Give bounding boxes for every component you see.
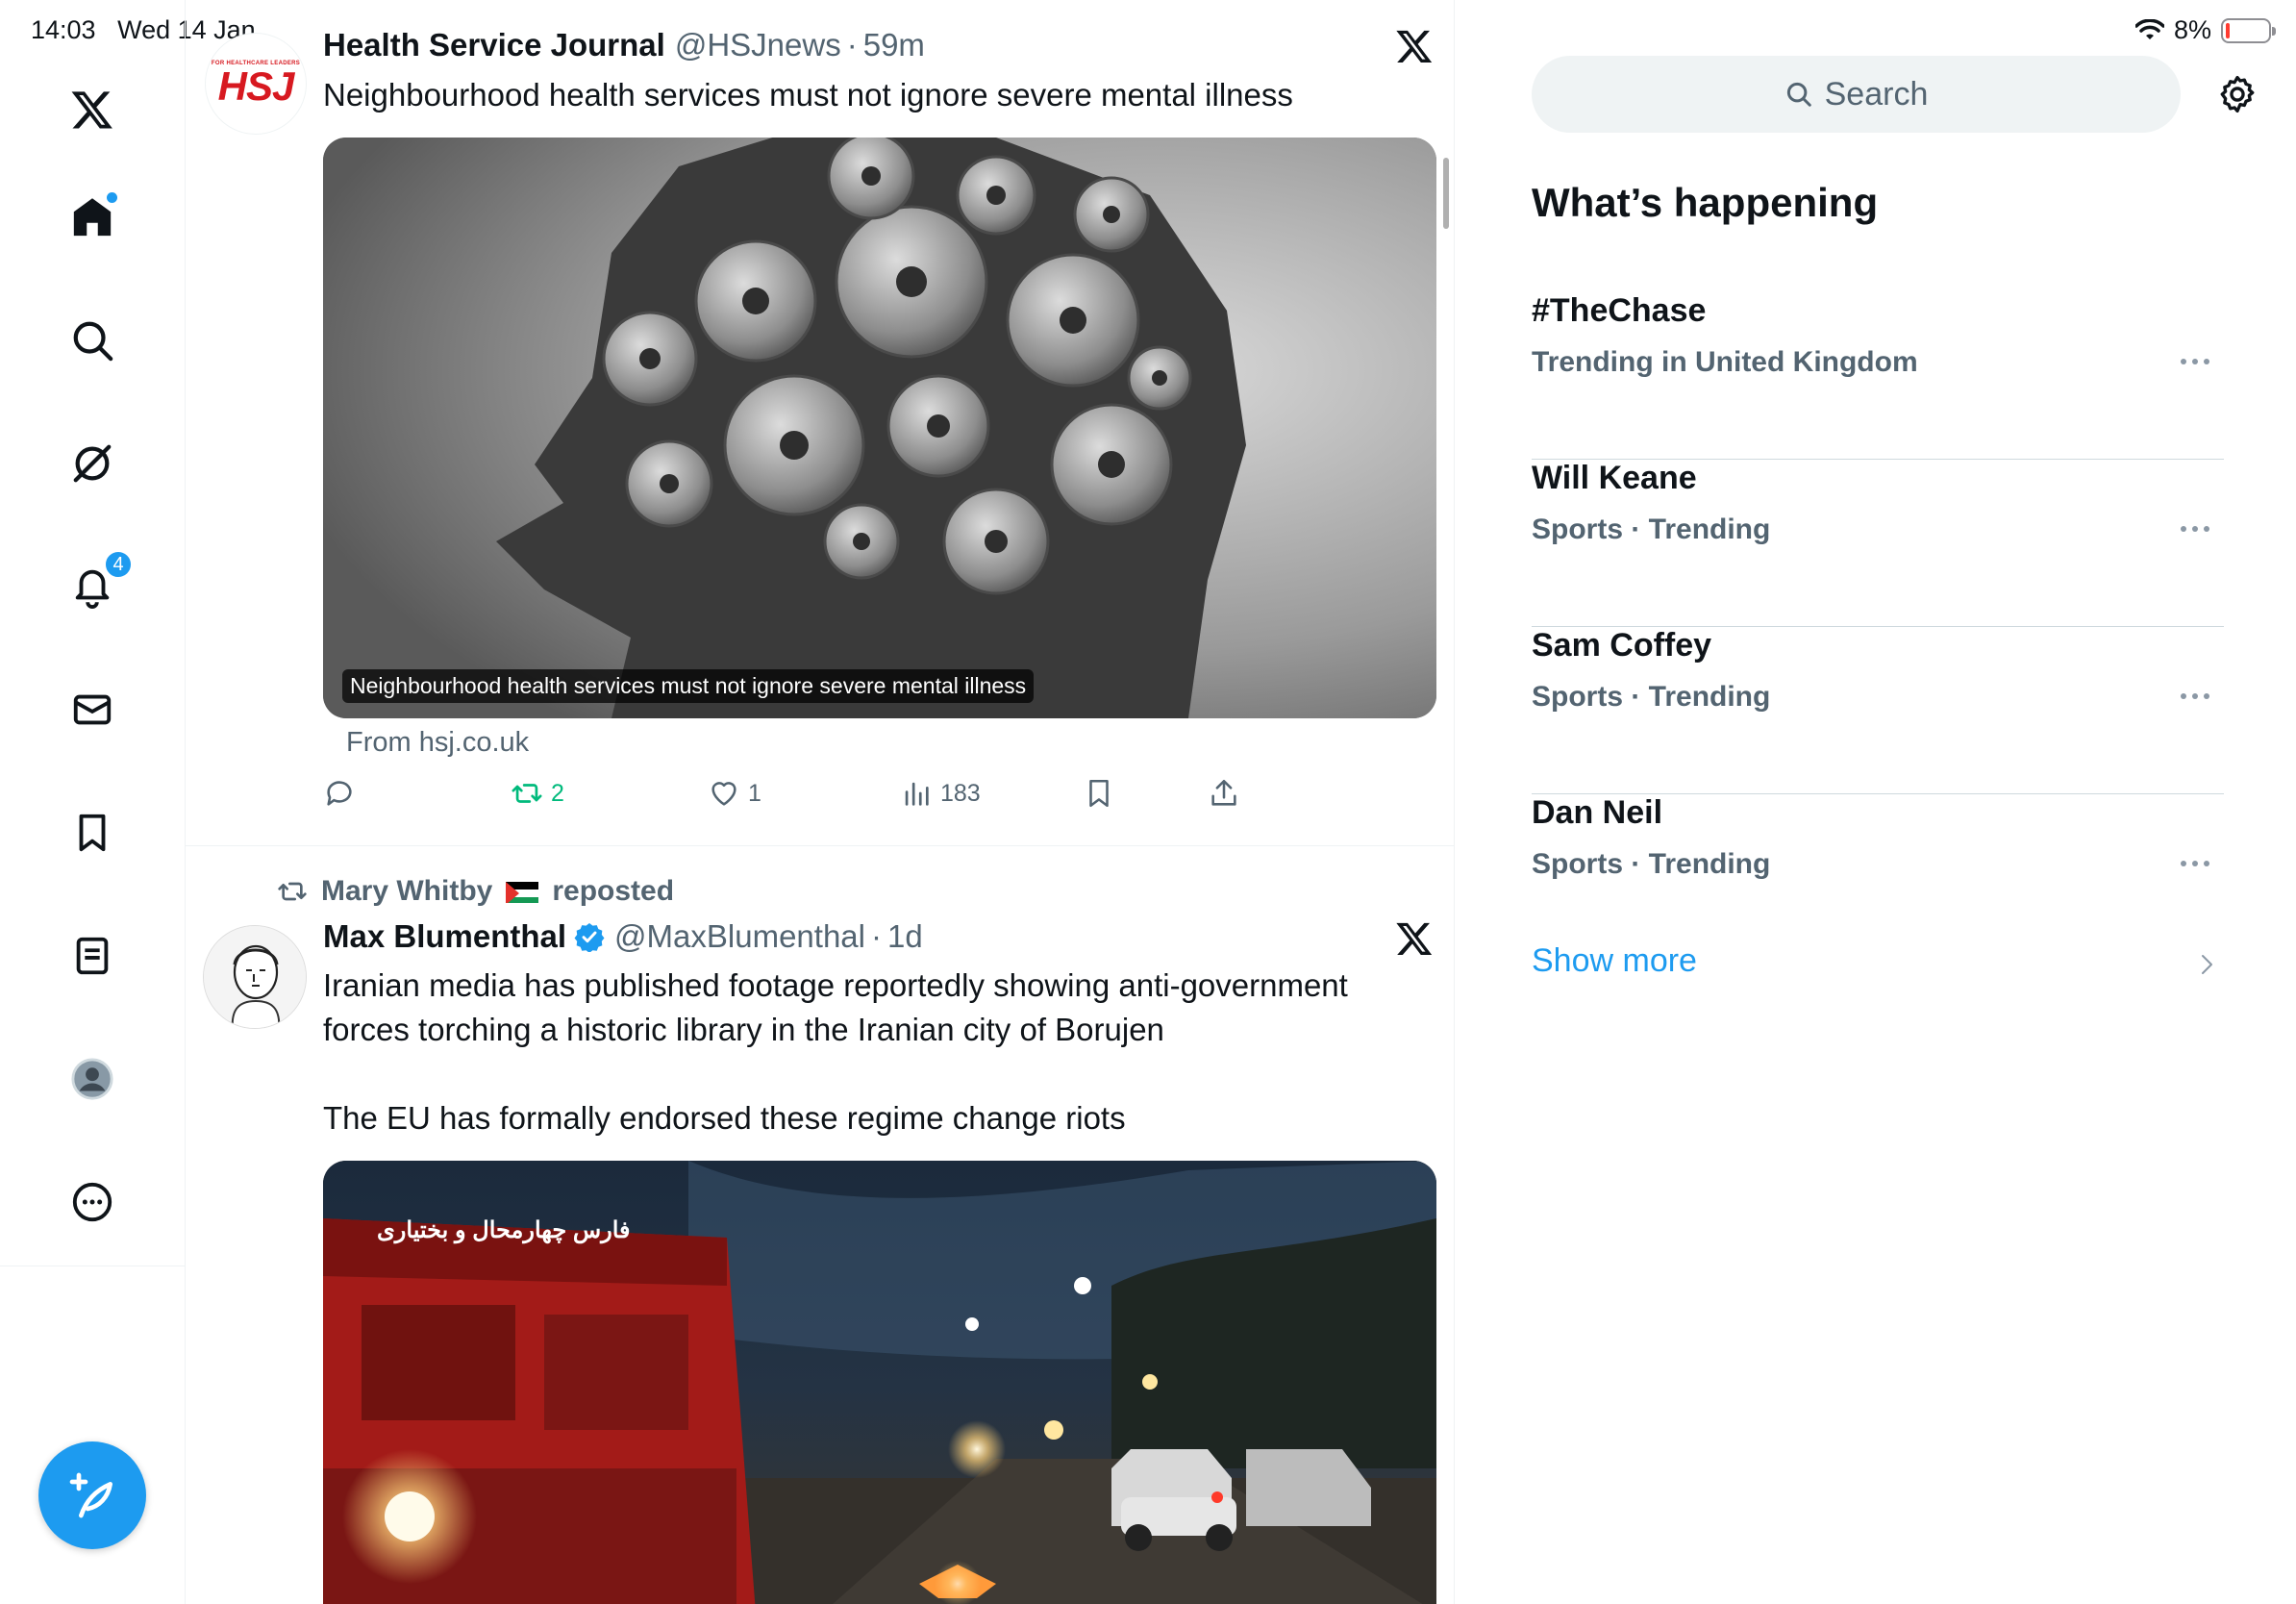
reply-icon bbox=[327, 781, 352, 806]
notifications-badge: 4 bbox=[104, 550, 133, 579]
retweet-button[interactable]: 2 bbox=[511, 777, 564, 810]
author-handle[interactable]: @HSJnews bbox=[675, 27, 841, 63]
tweet-max-blumenthal[interactable]: Mary Whitby reposted Max Blumenthal @Max… bbox=[186, 846, 1454, 1604]
palestine-flag-icon bbox=[506, 880, 539, 903]
search-icon bbox=[1786, 82, 1811, 107]
trend-item[interactable]: Dan Neil Sports · Trending bbox=[1532, 794, 2224, 962]
trend-meta: Sports · Trending bbox=[1532, 514, 1771, 545]
more-options-icon[interactable] bbox=[63, 1173, 121, 1231]
home-icon[interactable] bbox=[63, 188, 121, 246]
messages-envelope-icon[interactable] bbox=[63, 681, 121, 739]
bookmark-icon bbox=[1089, 779, 1109, 808]
views-chart-icon bbox=[905, 782, 929, 806]
chevron-right-icon bbox=[2202, 955, 2212, 974]
trend-name: Will Keane bbox=[1532, 460, 1697, 496]
reposter-name[interactable]: Mary Whitby bbox=[321, 875, 492, 908]
battery-icon bbox=[2221, 17, 2276, 43]
head-with-gears-image bbox=[323, 138, 1436, 718]
tweet-hsj[interactable]: FOR HEALTHCARE LEADERS HSJ Health Servic… bbox=[186, 0, 1454, 846]
author-name[interactable]: Health Service Journal bbox=[323, 27, 665, 63]
author-name[interactable]: Max Blumenthal bbox=[323, 918, 566, 955]
tweet-actions: 2 1 183 bbox=[323, 777, 1436, 823]
retweet-count: 2 bbox=[551, 779, 564, 807]
link-card-caption: Neighbourhood health services must not i… bbox=[342, 669, 1035, 703]
separator-dot: · bbox=[871, 918, 882, 954]
timeline-feed[interactable]: FOR HEALTHCARE LEADERS HSJ Health Servic… bbox=[186, 0, 1455, 1604]
more-dots-icon[interactable] bbox=[2178, 687, 2212, 706]
reply-button[interactable] bbox=[323, 777, 356, 810]
verified-badge-icon bbox=[574, 923, 605, 952]
author-handle[interactable]: @MaxBlumenthal bbox=[614, 918, 865, 955]
x-logo-icon[interactable] bbox=[63, 81, 121, 138]
link-card-domain[interactable]: From hsj.co.uk bbox=[346, 727, 529, 759]
more-dots-icon[interactable] bbox=[2178, 854, 2212, 873]
trend-meta: Sports · Trending bbox=[1532, 848, 1771, 880]
like-button[interactable]: 1 bbox=[708, 777, 761, 810]
tweet-text-line-3: The EU has formally endorsed these regim… bbox=[323, 1100, 1126, 1136]
views-button[interactable]: 183 bbox=[900, 777, 981, 810]
trend-name: #TheChase bbox=[1532, 292, 1707, 329]
profile-avatar-icon[interactable] bbox=[63, 1050, 121, 1108]
status-indicators: 8% bbox=[2134, 15, 2276, 45]
repost-context[interactable]: Mary Whitby reposted bbox=[277, 875, 674, 908]
x-logo-icon bbox=[1396, 30, 1433, 63]
repost-icon bbox=[278, 882, 307, 901]
tweet-time[interactable]: 1d bbox=[887, 918, 923, 955]
wifi-icon bbox=[2134, 18, 2164, 39]
views-count: 183 bbox=[940, 779, 981, 807]
compose-post-button[interactable] bbox=[38, 1441, 146, 1549]
trend-meta: Sports · Trending bbox=[1532, 681, 1771, 713]
trend-item[interactable]: #TheChase Trending in United Kingdom bbox=[1532, 292, 2224, 460]
x-logo-icon bbox=[1396, 922, 1433, 955]
search-placeholder: Search bbox=[1824, 75, 1929, 113]
search-input[interactable]: Search bbox=[1532, 56, 2181, 133]
like-count: 1 bbox=[748, 779, 761, 807]
bookmarks-icon[interactable] bbox=[63, 804, 121, 862]
trends-heading: What’s happening bbox=[1532, 180, 1879, 225]
tweet-text-line-2: forces torching a historic library in th… bbox=[323, 1012, 1164, 1047]
more-dots-icon[interactable] bbox=[2178, 352, 2212, 371]
retweet-icon bbox=[512, 784, 542, 803]
heart-icon bbox=[711, 782, 736, 806]
compose-feather-icon bbox=[69, 1472, 112, 1518]
trend-name: Sam Coffey bbox=[1532, 627, 1712, 664]
tweet-header: Max Blumenthal @MaxBlumenthal · 1d bbox=[323, 918, 923, 955]
reposted-label: reposted bbox=[552, 875, 675, 907]
tweet-text-line-1: Iranian media has published footage repo… bbox=[323, 967, 1348, 1003]
lists-icon[interactable] bbox=[63, 927, 121, 985]
search-icon[interactable] bbox=[63, 312, 121, 369]
max-blumenthal-avatar[interactable] bbox=[203, 925, 307, 1029]
bookmark-button[interactable] bbox=[1083, 777, 1115, 810]
trend-item[interactable]: Will Keane Sports · Trending bbox=[1532, 460, 2224, 627]
trend-name: Dan Neil bbox=[1532, 794, 1663, 831]
link-card-image[interactable]: Neighbourhood health services must not i… bbox=[323, 138, 1436, 718]
tweet-video[interactable]: فارس چهارمحال و بختیاری bbox=[323, 1161, 1436, 1604]
trend-item[interactable]: Sam Coffey Sports · Trending bbox=[1532, 627, 2224, 794]
settings-gear-icon[interactable] bbox=[2216, 73, 2259, 115]
show-more-link[interactable]: Show more bbox=[1532, 942, 2224, 990]
trend-meta: Trending in United Kingdom bbox=[1532, 346, 1918, 378]
video-watermark: فارس چهارمحال و بختیاری bbox=[377, 1217, 631, 1243]
battery-percent: 8% bbox=[2173, 15, 2211, 44]
show-more-label: Show more bbox=[1532, 942, 1697, 979]
tweet-text: Neighbourhood health services must not i… bbox=[323, 77, 1293, 113]
hsj-avatar-logo: HSJ bbox=[217, 63, 295, 109]
left-navigation: 4 bbox=[0, 0, 186, 1604]
share-button[interactable] bbox=[1208, 777, 1240, 810]
grok-icon[interactable] bbox=[63, 435, 121, 492]
hsj-avatar[interactable]: FOR HEALTHCARE LEADERS HSJ bbox=[205, 33, 307, 135]
tweet-time[interactable]: 59m bbox=[863, 27, 925, 63]
tweet-header: Health Service Journal @HSJnews · 59m bbox=[323, 27, 925, 63]
home-unread-dot bbox=[107, 192, 117, 203]
notifications-bell-icon[interactable]: 4 bbox=[63, 550, 133, 615]
share-icon bbox=[1211, 779, 1236, 806]
more-dots-icon[interactable] bbox=[2178, 519, 2212, 539]
separator-dot: · bbox=[846, 27, 858, 63]
